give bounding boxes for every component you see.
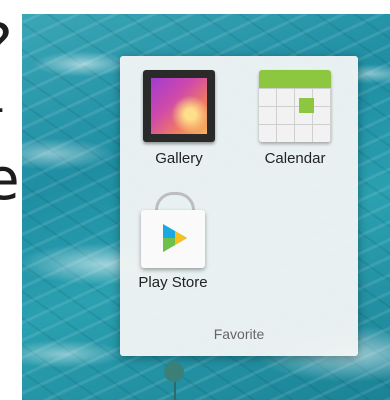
- clipped-glyph: ?: [0, 16, 13, 74]
- folder-name[interactable]: Favorite: [120, 326, 358, 342]
- app-label: Gallery: [155, 150, 203, 167]
- app-label: Calendar: [264, 150, 326, 167]
- folder-pin-icon: [164, 362, 184, 382]
- app-calendar[interactable]: Calendar: [240, 70, 350, 167]
- play-store-icon: [137, 192, 209, 268]
- app-folder: Gallery Calendar Play Store Favorite: [120, 56, 358, 356]
- clipped-glyph: -: [0, 84, 5, 130]
- clipped-glyph: e: [0, 145, 20, 213]
- app-gallery[interactable]: Gallery: [124, 70, 234, 167]
- app-label: Play Store: [138, 274, 208, 291]
- left-text-strip: ? - e: [0, 0, 22, 400]
- app-play-store[interactable]: Play Store: [118, 192, 228, 291]
- calendar-icon: [259, 70, 331, 142]
- gallery-icon: [143, 70, 215, 142]
